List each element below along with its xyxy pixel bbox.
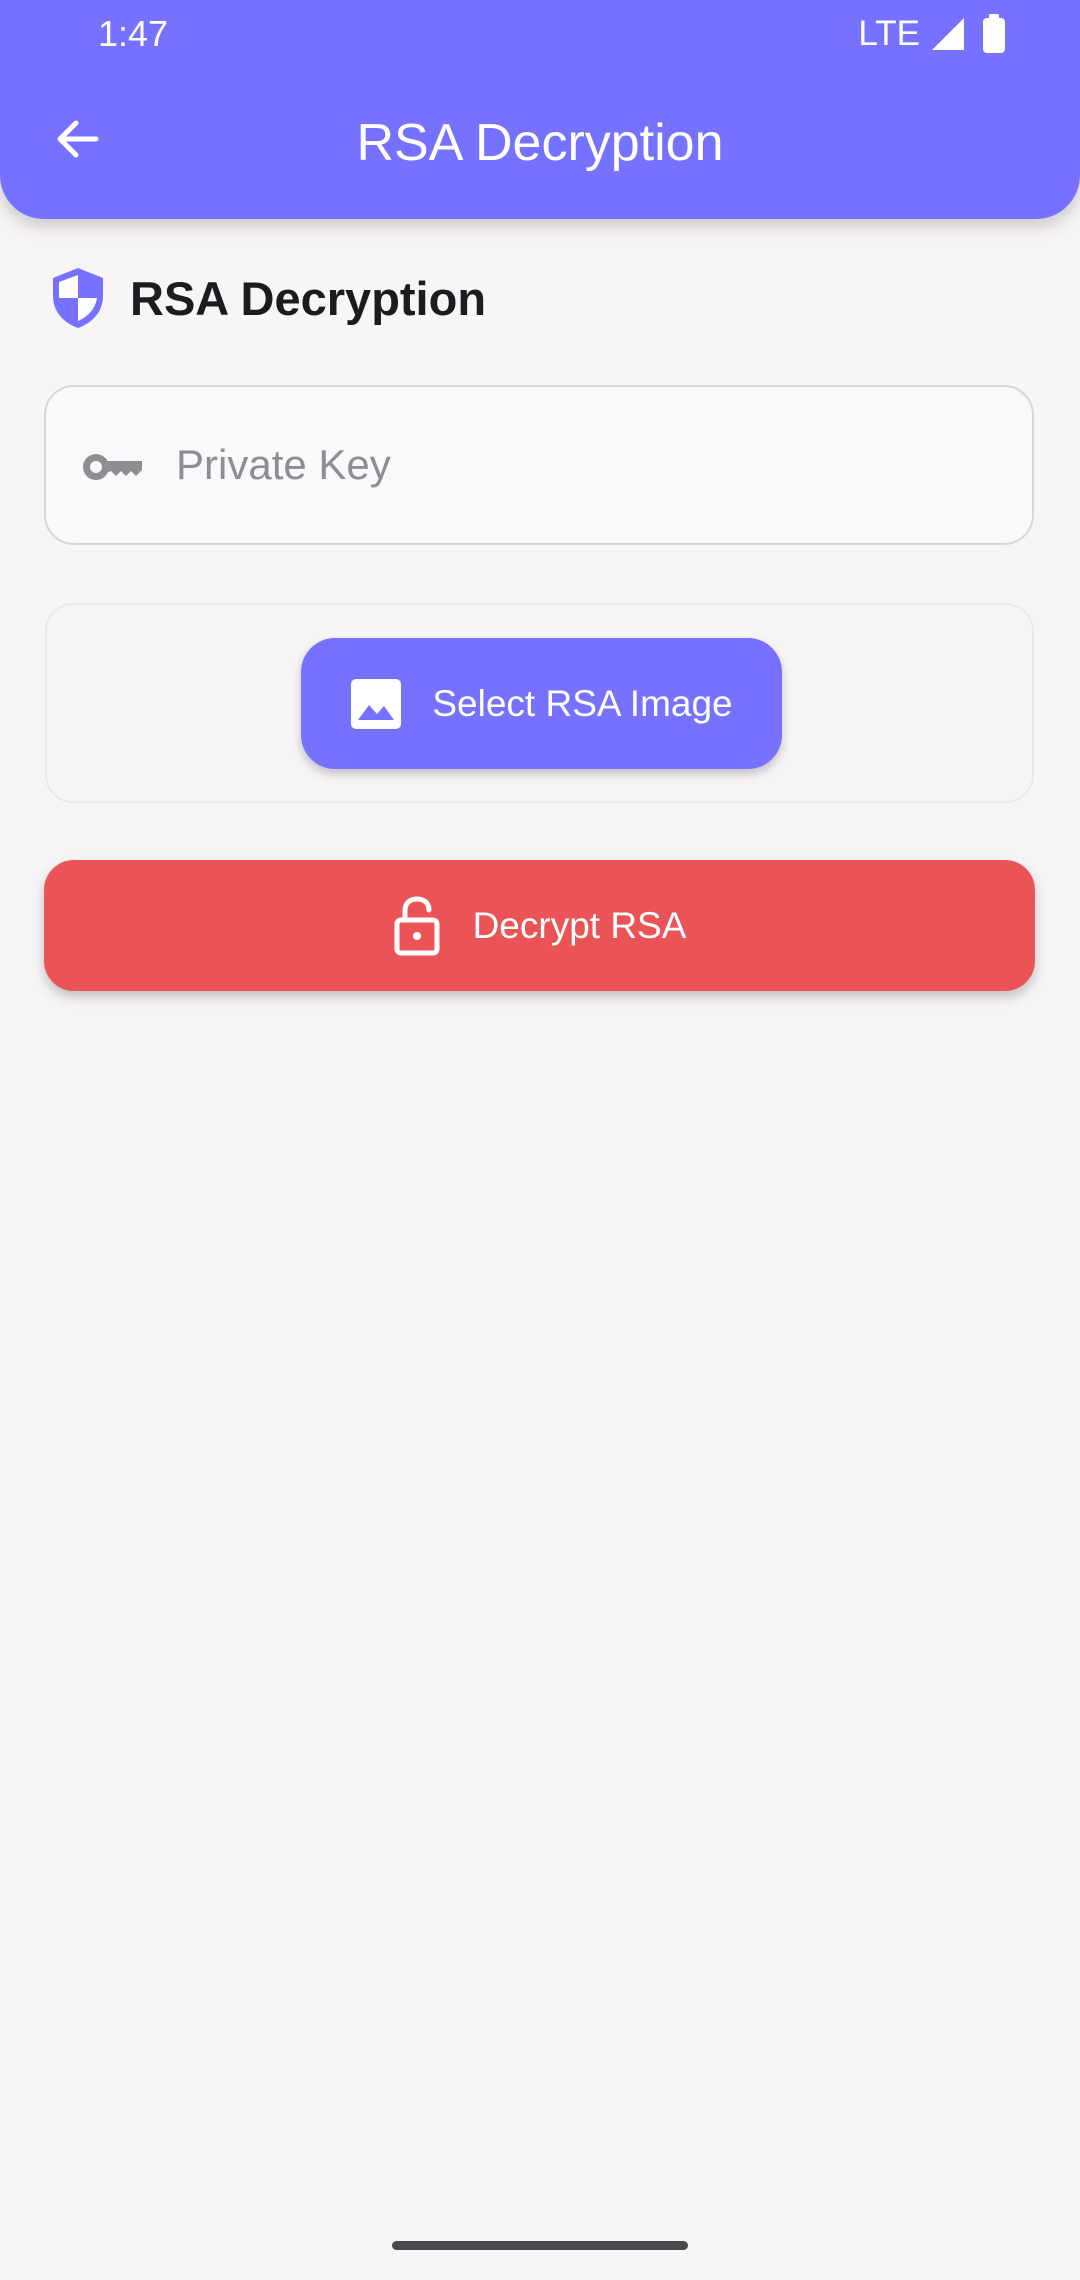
select-rsa-image-label: Select RSA Image [432, 682, 733, 724]
image-icon [351, 678, 402, 729]
select-rsa-image-button[interactable]: Select RSA Image [301, 638, 782, 769]
section-header: RSA Decryption [48, 262, 486, 334]
page-title: RSA Decryption [356, 114, 724, 172]
battery-icon [983, 14, 1005, 53]
decrypt-rsa-label: Decrypt RSA [472, 904, 687, 946]
home-indicator[interactable] [392, 2241, 688, 2250]
image-select-card: Select RSA Image [45, 603, 1034, 803]
lock-open-icon [394, 895, 440, 955]
network-type: LTE [858, 14, 920, 53]
signal-icon [932, 18, 964, 50]
status-icons: LTE [858, 12, 1008, 56]
section-title: RSA Decryption [130, 271, 487, 325]
private-key-placeholder: Private Key [176, 441, 391, 488]
key-icon [83, 454, 142, 480]
status-time: 1:47 [98, 13, 169, 54]
decrypt-rsa-button[interactable]: Decrypt RSA [44, 860, 1035, 991]
private-key-field[interactable]: Private Key [44, 385, 1034, 545]
app-bar: 1:47 LTE RSA Decryption [0, 0, 1080, 219]
shield-icon [53, 268, 103, 328]
